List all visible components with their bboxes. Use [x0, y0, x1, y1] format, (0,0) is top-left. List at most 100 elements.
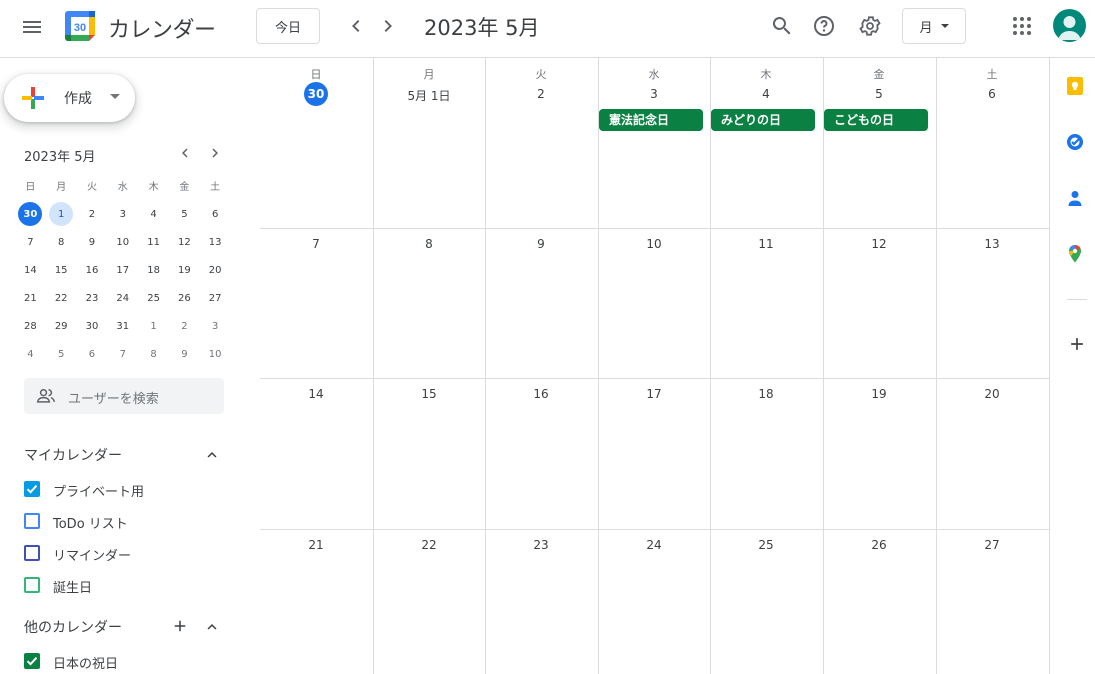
mini-day[interactable]: 2 [169, 312, 200, 340]
mini-day[interactable]: 8 [46, 228, 77, 256]
day-number[interactable]: 19 [823, 387, 935, 401]
mini-day[interactable]: 1 [138, 312, 169, 340]
mini-day[interactable]: 4 [15, 340, 46, 368]
mini-day[interactable]: 3 [200, 312, 231, 340]
day-number[interactable]: 18 [710, 387, 822, 401]
mini-day[interactable]: 7 [15, 228, 46, 256]
mini-day[interactable]: 23 [77, 284, 108, 312]
day-number[interactable]: 30 [260, 82, 372, 106]
mini-day[interactable]: 1 [46, 200, 77, 228]
day-number[interactable]: 27 [936, 538, 1048, 552]
day-number[interactable]: 25 [710, 538, 822, 552]
calendar-logo-icon[interactable]: 30 [64, 10, 96, 42]
mini-day[interactable]: 11 [138, 228, 169, 256]
mini-day[interactable]: 14 [15, 256, 46, 284]
mini-day[interactable]: 29 [46, 312, 77, 340]
day-number[interactable]: 22 [373, 538, 485, 552]
day-number[interactable]: 2 [485, 87, 597, 101]
day-number[interactable]: 16 [485, 387, 597, 401]
calendar-list-item[interactable]: 日本の祝日 [22, 650, 242, 674]
day-number[interactable]: 7 [260, 237, 372, 251]
mini-day[interactable]: 9 [77, 228, 108, 256]
create-button[interactable]: 作成 [4, 74, 135, 122]
mini-day[interactable]: 18 [138, 256, 169, 284]
mini-day[interactable]: 5 [169, 200, 200, 228]
mini-day[interactable]: 6 [200, 200, 231, 228]
chevron-up-icon[interactable] [203, 446, 221, 464]
mini-day[interactable]: 10 [107, 228, 138, 256]
mini-day[interactable]: 30 [15, 200, 46, 228]
tasks-icon[interactable] [1065, 132, 1085, 152]
day-number[interactable]: 17 [598, 387, 710, 401]
day-number[interactable]: 21 [260, 538, 372, 552]
chevron-left-icon[interactable] [344, 14, 368, 38]
day-number[interactable]: 12 [823, 237, 935, 251]
view-selector[interactable]: 月 [902, 8, 966, 44]
mini-day[interactable]: 3 [107, 200, 138, 228]
apps-icon[interactable] [1012, 16, 1032, 36]
avatar[interactable] [1053, 9, 1086, 42]
add-icon[interactable] [1067, 334, 1087, 354]
day-number[interactable]: 15 [373, 387, 485, 401]
calendar-checkbox[interactable] [24, 513, 40, 529]
mini-day[interactable]: 16 [77, 256, 108, 284]
mini-day[interactable]: 9 [169, 340, 200, 368]
calendar-checkbox[interactable] [24, 653, 40, 669]
day-number[interactable]: 26 [823, 538, 935, 552]
mini-day[interactable]: 8 [138, 340, 169, 368]
mini-day[interactable]: 27 [200, 284, 231, 312]
mini-day[interactable]: 31 [107, 312, 138, 340]
event-chip[interactable]: 憲法記念日 [599, 109, 703, 131]
day-number[interactable]: 14 [260, 387, 372, 401]
day-number[interactable]: 5月 1日 [373, 87, 485, 104]
add-icon[interactable] [171, 617, 189, 635]
other-calendars-title[interactable]: 他のカレンダー [24, 617, 122, 637]
day-number[interactable]: 13 [936, 237, 1048, 251]
chevron-right-icon[interactable] [206, 144, 224, 162]
mini-day[interactable]: 26 [169, 284, 200, 312]
keep-icon[interactable] [1065, 76, 1085, 96]
chevron-right-icon[interactable] [376, 14, 400, 38]
day-number[interactable]: 6 [936, 87, 1048, 101]
mini-day[interactable]: 24 [107, 284, 138, 312]
mini-day[interactable]: 7 [107, 340, 138, 368]
menu-icon[interactable] [20, 18, 44, 42]
chevron-left-icon[interactable] [176, 144, 194, 162]
day-number[interactable]: 24 [598, 538, 710, 552]
event-chip[interactable]: こどもの日 [824, 109, 928, 131]
day-number[interactable]: 9 [485, 237, 597, 251]
calendar-checkbox[interactable] [24, 545, 40, 561]
mini-day[interactable]: 20 [200, 256, 231, 284]
calendar-list-item[interactable]: ToDo リスト [22, 510, 242, 534]
day-number[interactable]: 8 [373, 237, 485, 251]
calendar-checkbox[interactable] [24, 577, 40, 593]
mini-day[interactable]: 19 [169, 256, 200, 284]
day-number[interactable]: 10 [598, 237, 710, 251]
chevron-up-icon[interactable] [203, 618, 221, 636]
mini-day[interactable]: 6 [77, 340, 108, 368]
mini-day[interactable]: 12 [169, 228, 200, 256]
mini-day[interactable]: 28 [15, 312, 46, 340]
mini-day[interactable]: 17 [107, 256, 138, 284]
mini-day[interactable]: 15 [46, 256, 77, 284]
day-number[interactable]: 3 [598, 87, 710, 101]
day-number[interactable]: 20 [936, 387, 1048, 401]
help-icon[interactable] [812, 14, 836, 38]
day-number[interactable]: 23 [485, 538, 597, 552]
mini-day[interactable]: 2 [77, 200, 108, 228]
maps-icon[interactable] [1065, 244, 1085, 264]
day-number[interactable]: 5 [823, 87, 935, 101]
calendar-list-item[interactable]: プライベート用 [22, 478, 242, 502]
contacts-icon[interactable] [1065, 188, 1085, 208]
settings-icon[interactable] [858, 14, 882, 38]
search-people-input[interactable]: ユーザーを検索 [24, 378, 224, 414]
mini-day[interactable]: 10 [200, 340, 231, 368]
today-button[interactable]: 今日 [256, 8, 320, 44]
mini-day[interactable]: 4 [138, 200, 169, 228]
search-icon[interactable] [770, 14, 794, 38]
event-chip[interactable]: みどりの日 [711, 109, 815, 131]
mini-day[interactable]: 22 [46, 284, 77, 312]
calendar-checkbox[interactable] [24, 481, 40, 497]
mini-day[interactable]: 13 [200, 228, 231, 256]
day-number[interactable]: 11 [710, 237, 822, 251]
